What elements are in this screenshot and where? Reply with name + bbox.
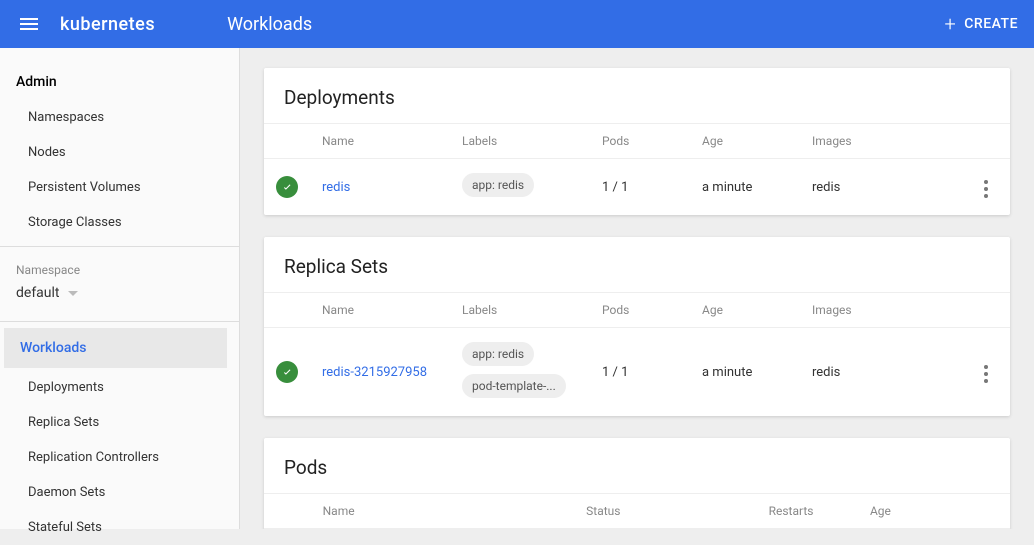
replicasets-title: Replica Sets: [264, 237, 1010, 292]
col-age[interactable]: Age: [690, 293, 800, 328]
deployments-title: Deployments: [264, 68, 1010, 123]
deployments-card: Deployments Name Labels Pods Age Images: [264, 68, 1010, 215]
images-value: redis: [800, 159, 960, 216]
replicasets-table: Name Labels Pods Age Images: [264, 292, 1010, 416]
row-menu-icon[interactable]: [974, 176, 998, 202]
age-value: a minute: [690, 328, 800, 417]
sidebar-divider: [0, 321, 239, 322]
label-chip: app: redis: [462, 173, 534, 197]
brand-logo: kubernetes: [60, 14, 155, 35]
page-title: Workloads: [227, 14, 312, 35]
chevron-down-icon: [68, 291, 78, 296]
table-row: redis-3215927958 app: redis pod-template…: [264, 328, 1010, 417]
pods-value: 1 / 1: [590, 328, 690, 417]
sidebar-item-workloads[interactable]: Workloads: [4, 328, 227, 368]
sidebar-item-daemon-sets[interactable]: Daemon Sets: [0, 475, 239, 510]
sidebar-item-deployments[interactable]: Deployments: [0, 370, 239, 405]
label-chip: app: redis: [462, 342, 534, 366]
pods-title: Pods: [264, 438, 1010, 493]
namespace-value: default: [16, 285, 60, 301]
table-row: redis app: redis 1 / 1 a minute redis: [264, 159, 1010, 216]
pods-value: 1 / 1: [590, 159, 690, 216]
col-labels[interactable]: Labels: [450, 293, 590, 328]
sidebar-item-namespaces[interactable]: Namespaces: [0, 100, 239, 135]
col-status[interactable]: Status: [574, 494, 756, 529]
col-images[interactable]: Images: [800, 124, 960, 159]
col-pods[interactable]: Pods: [590, 293, 690, 328]
sidebar-admin-heading: Admin: [0, 64, 239, 100]
create-button[interactable]: + CREATE: [944, 12, 1018, 36]
app-header: kubernetes Workloads + CREATE: [0, 0, 1034, 48]
sidebar-item-persistent-volumes[interactable]: Persistent Volumes: [0, 170, 239, 205]
col-restarts[interactable]: Restarts: [757, 494, 858, 529]
replicasets-card: Replica Sets Name Labels Pods Age Images: [264, 237, 1010, 416]
namespace-select[interactable]: default: [0, 281, 239, 315]
label-chip: pod-template-...: [462, 374, 566, 398]
sidebar-item-nodes[interactable]: Nodes: [0, 135, 239, 170]
status-ok-icon: [276, 176, 298, 198]
sidebar: Admin Namespaces Nodes Persistent Volume…: [0, 48, 240, 529]
menu-icon[interactable]: [16, 14, 42, 34]
col-age[interactable]: Age: [858, 494, 959, 529]
create-label: CREATE: [964, 16, 1018, 32]
pods-card: Pods Name Status Restarts Age: [264, 438, 1010, 529]
sidebar-item-replication-controllers[interactable]: Replication Controllers: [0, 440, 239, 475]
col-pods[interactable]: Pods: [590, 124, 690, 159]
sidebar-item-storage-classes[interactable]: Storage Classes: [0, 205, 239, 240]
replicaset-name-link[interactable]: redis-3215927958: [322, 365, 427, 380]
deployments-table: Name Labels Pods Age Images: [264, 123, 1010, 215]
col-images[interactable]: Images: [800, 293, 960, 328]
col-name[interactable]: Name: [311, 494, 575, 529]
col-name[interactable]: Name: [310, 124, 450, 159]
namespace-label: Namespace: [0, 253, 239, 281]
plus-icon: +: [944, 12, 956, 36]
col-labels[interactable]: Labels: [450, 124, 590, 159]
row-menu-icon[interactable]: [974, 361, 998, 387]
col-age[interactable]: Age: [690, 124, 800, 159]
images-value: redis: [800, 328, 960, 417]
status-ok-icon: [276, 361, 298, 383]
col-name[interactable]: Name: [310, 293, 450, 328]
pods-table: Name Status Restarts Age r: [264, 493, 1010, 529]
sidebar-divider: [0, 246, 239, 247]
deployment-name-link[interactable]: redis: [322, 180, 350, 195]
sidebar-item-stateful-sets[interactable]: Stateful Sets: [0, 510, 239, 545]
age-value: a minute: [690, 159, 800, 216]
sidebar-item-replica-sets[interactable]: Replica Sets: [0, 405, 239, 440]
main-content: Deployments Name Labels Pods Age Images: [240, 48, 1034, 529]
